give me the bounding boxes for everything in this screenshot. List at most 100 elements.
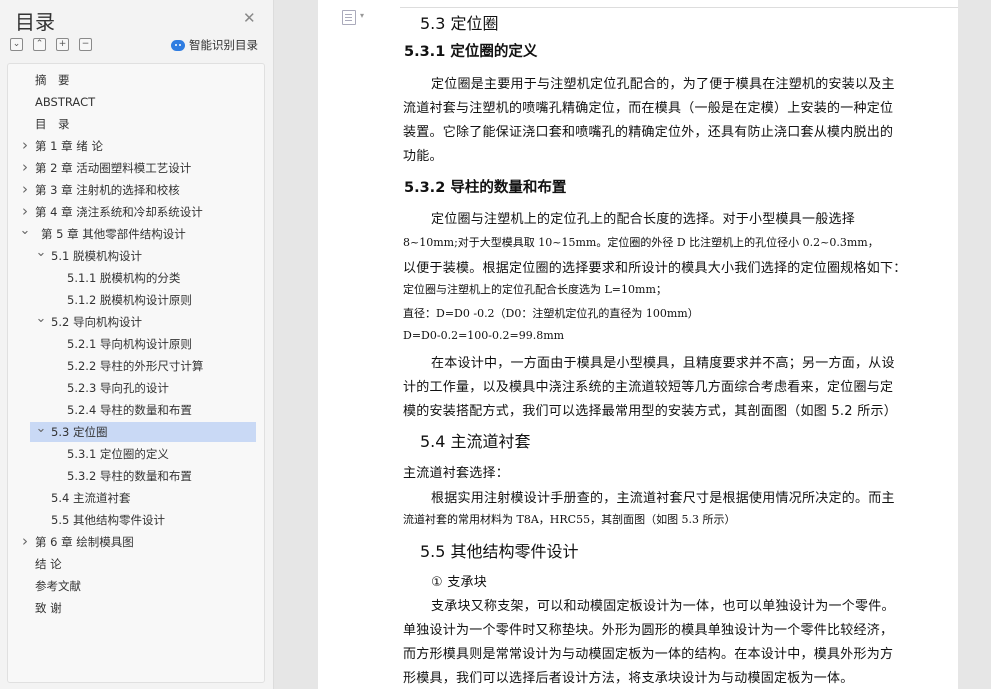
paragraph-line: 流道衬套的常用材料为 T8A，HRC55，其剖面图（如图 5.3 所示）: [403, 513, 736, 526]
paragraph-line: 8~10mm;对于大型模具取 10~15mm。定位圈的外径 D 比注塑机上的孔位…: [403, 236, 879, 249]
paragraph-line: 定位圈与注塑机上的定位孔上的配合长度的选择。对于小型模具一般选择: [431, 212, 856, 227]
paragraph-line: 装置。它除了能保证浇口套和喷嘴孔的精确定位外，还具有防止浇口套从模内脱出的: [403, 125, 894, 140]
toc-item[interactable]: 致 谢: [8, 598, 258, 618]
toc-item-label: 目 录: [35, 117, 70, 131]
toc-item[interactable]: › 第 1 章 绪 论: [8, 136, 258, 156]
toc-item-label: 致 谢: [35, 601, 62, 615]
paragraph-line: 直径：D=D0 -0.2（D0：注塑机定位孔的直径为 100mm）: [403, 307, 699, 320]
toc-item[interactable]: ⌄ 5.1 脱模机构设计: [8, 243, 258, 266]
paragraph-line: 支承块又称支架，可以和动模固定板设计为一体，也可以单独设计为一个零件。: [431, 599, 895, 614]
remove-heading-icon[interactable]: −: [79, 38, 92, 51]
paragraph-line: D=D0-0.2=100-0.2=99.8mm: [403, 329, 565, 342]
sidebar-title: 目录: [15, 10, 55, 34]
toc-sidebar: 目录 ✕ ⌄ ⌃ + − 智能识别目录 摘 要 ABSTRACT 目 录 › 第 1 章…: [0, 0, 274, 689]
toc-item-label: 5.2 导向机构设计: [51, 315, 142, 329]
toc-item-label: 5.3.2 导柱的数量和布置: [67, 469, 192, 483]
section-heading: 5.3.1 定位圈的定义: [404, 44, 538, 60]
toc-item-label: 5.2.3 导向孔的设计: [67, 381, 169, 395]
section-heading: 5.4 主流道衬套: [420, 432, 531, 451]
toc-item[interactable]: 参考文献: [8, 576, 258, 596]
chevron-right-icon[interactable]: ›: [19, 201, 31, 221]
toc-item-label: 5.1.2 脱模机构设计原则: [67, 293, 192, 307]
toc-item-label: 结 论: [35, 557, 62, 571]
chevron-right-icon[interactable]: ›: [19, 157, 31, 177]
toc-item-label: 5.1 脱模机构设计: [51, 249, 142, 263]
paragraph-line: 在本设计中，一方面由于模具是小型模具，且精度要求并不高；另一方面，从设: [431, 356, 895, 371]
toc-item-label: 5.2.2 导柱的外形尺寸计算: [67, 359, 204, 373]
smart-recognize-toc-button[interactable]: 智能识别目录: [171, 37, 258, 53]
toc-item-label: 第 6 章 绘制模具图: [35, 535, 134, 549]
smart-recognize-label: 智能识别目录: [189, 38, 258, 52]
toc-item-label: 5.3 定位圈: [51, 425, 108, 439]
toc-item[interactable]: ⌄ 5.2 导向机构设计: [8, 309, 258, 332]
toc-item[interactable]: 5.2.1 导向机构设计原则: [8, 334, 258, 354]
chevron-right-icon[interactable]: ›: [19, 135, 31, 155]
toc-item[interactable]: 结 论: [8, 554, 258, 574]
paragraph-line: 功能。: [403, 149, 443, 164]
chevron-down-icon[interactable]: ⌄: [35, 309, 47, 329]
toc-item-label: 参考文献: [35, 579, 81, 593]
section-heading: 5.5 其他结构零件设计: [420, 542, 579, 561]
paragraph-line: 模的安装搭配方式，我们可以选择最常用型的安装方式，其剖面图（如图 5.2 所示）: [403, 404, 897, 419]
paragraph-line: 而方形模具则是常常设计为与动模固定板为一体的结构。在本设计中，模具外形为方: [403, 647, 894, 662]
toc-item[interactable]: 5.1.1 脱模机构的分类: [8, 268, 258, 288]
section-heading: 5.3 定位圈: [420, 14, 499, 33]
paragraph-line: 定位圈是主要用于与注塑机定位孔配合的，为了便于模具在注塑机的安装以及主: [431, 77, 895, 92]
toc-item-label: 5.5 其他结构零件设计: [51, 513, 165, 527]
toc-item-label: 第 2 章 活动圈塑料模工艺设计: [35, 161, 192, 175]
toc-item[interactable]: › 第 3 章 注射机的选择和校核: [8, 180, 258, 200]
toc-item-label: 第 3 章 注射机的选择和校核: [35, 183, 180, 197]
chevron-right-icon[interactable]: ›: [19, 531, 31, 551]
toc-item-label: 第 5 章 其他零部件结构设计: [41, 227, 186, 241]
paragraph-line: 单独设计为一个零件时又称垫块。外形为圆形的模具单独设计为一个零件比较经济，: [403, 623, 894, 638]
toc-item[interactable]: 5.3.2 导柱的数量和布置: [8, 466, 258, 486]
chevron-down-icon[interactable]: ⌄: [35, 243, 47, 263]
toc-item[interactable]: › 第 4 章 浇注系统和冷却系统设计: [8, 202, 258, 222]
toc-item[interactable]: ⌄ 5.3 定位圈: [30, 419, 256, 442]
toc-item-label: 5.2.4 导柱的数量和布置: [67, 403, 192, 417]
chevron-down-icon[interactable]: ▾: [360, 11, 364, 20]
collapse-all-icon[interactable]: ⌄: [10, 38, 23, 51]
paragraph-line: 形模具，我们可以选择后者设计方法，将支承块设计为与动模固定板为一体。: [403, 671, 854, 686]
paragraph-line: 主流道衬套选择：: [403, 466, 510, 481]
toc-item-label: 第 4 章 浇注系统和冷却系统设计: [35, 205, 203, 219]
toc-item[interactable]: 5.4 主流道衬套: [8, 488, 258, 508]
toc-item-label: 5.2.1 导向机构设计原则: [67, 337, 192, 351]
header-rule: [400, 7, 958, 8]
chevron-down-icon[interactable]: ⌄: [35, 419, 47, 439]
toc-item[interactable]: 5.2.4 导柱的数量和布置: [8, 400, 258, 420]
expand-up-icon[interactable]: ⌃: [33, 38, 46, 51]
toc-toolbar: ⌄ ⌃ + −: [10, 38, 92, 51]
toc-item-label: 5.3.1 定位圈的定义: [67, 447, 169, 461]
toc-item-label: 第 1 章 绪 论: [35, 139, 103, 153]
toc-item-label: 摘 要: [35, 73, 70, 87]
toc-item[interactable]: 5.2.3 导向孔的设计: [8, 378, 258, 398]
smart-ai-icon: [171, 39, 185, 51]
paragraph-line: 以便于装模。根据定位圈的选择要求和所设计的模具大小我们选择的定位圈规格如下：: [403, 261, 907, 276]
toc-item[interactable]: 5.2.2 导柱的外形尺寸计算: [8, 356, 258, 376]
paragraph-line: 流道衬套与注塑机的喷嘴孔精确定位，而在模具（一般是在定模）上安装的一种定位: [403, 101, 894, 116]
toc-item[interactable]: 目 录: [8, 114, 258, 134]
close-icon[interactable]: ✕: [243, 9, 256, 27]
toc-item[interactable]: 5.1.2 脱模机构设计原则: [8, 290, 258, 310]
toc-item-label: ABSTRACT: [35, 95, 96, 109]
section-heading: 5.3.2 导柱的数量和布置: [404, 180, 567, 196]
toc-item[interactable]: ABSTRACT: [8, 92, 258, 112]
paragraph-line: 计的工作量，以及模具中浇注系统的主流道较短等几方面综合考虑看来，定位圈与定: [403, 380, 894, 395]
toc-item[interactable]: 5.5 其他结构零件设计: [8, 510, 258, 530]
paragraph-line: 定位圈与注塑机上的定位孔配合长度选为 L=10mm；: [403, 283, 667, 296]
add-heading-icon[interactable]: +: [56, 38, 69, 51]
toc-item-label: 5.4 主流道衬套: [51, 491, 131, 505]
toc-item[interactable]: 摘 要: [8, 70, 258, 90]
chevron-down-icon[interactable]: ⌄: [19, 221, 31, 241]
chevron-right-icon[interactable]: ›: [19, 179, 31, 199]
page-outline-icon[interactable]: [342, 10, 356, 25]
toc-item-label: 5.1.1 脱模机构的分类: [67, 271, 181, 285]
toc-item[interactable]: › 第 6 章 绘制模具图: [8, 532, 258, 552]
toc-item[interactable]: 5.3.1 定位圈的定义: [8, 444, 258, 464]
toc-item[interactable]: › 第 2 章 活动圈塑料模工艺设计: [8, 158, 258, 178]
toc-list: 摘 要 ABSTRACT 目 录 › 第 1 章 绪 论 › 第 2 章 活动圈塑料模工艺设…: [7, 63, 265, 683]
paragraph-line: 根据实用注射模设计手册查的，主流道衬套尺寸是根据使用情况所决定的。而主: [431, 491, 895, 506]
toc-item[interactable]: ⌄ 第 5 章 其他零部件结构设计: [8, 221, 258, 244]
paragraph-line: ① 支承块: [431, 575, 488, 590]
